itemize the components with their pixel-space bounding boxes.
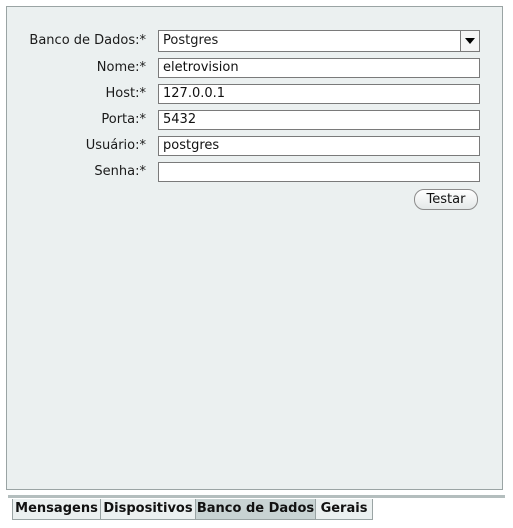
host-label: Host:* [105,86,146,101]
tab-banco-de-dados[interactable]: Banco de Dados [195,499,316,520]
tab-gerais[interactable]: Gerais [315,499,373,520]
user-label: Usuário:* [85,138,146,153]
port-field[interactable]: 5432 [158,110,480,130]
host-field[interactable]: 127.0.0.1 [158,84,480,104]
database-settings-window: Banco de Dados:* Postgres Nome:* eletrov… [0,0,513,528]
settings-panel [6,6,503,490]
password-label: Senha:* [94,164,146,179]
test-connection-button[interactable]: Testar [414,189,478,210]
name-label: Nome:* [96,60,146,75]
database-label: Banco de Dados:* [29,33,146,48]
tab-mensagens[interactable]: Mensagens [12,499,101,520]
tab-bar-divider [8,495,505,498]
chevron-down-icon[interactable] [460,31,479,51]
name-field[interactable]: eletrovision [158,58,480,78]
tab-dispositivos[interactable]: Dispositivos [100,499,196,520]
database-select-value: Postgres [163,33,219,48]
user-field[interactable]: postgres [158,136,480,156]
password-field[interactable] [158,162,480,182]
database-select[interactable]: Postgres [158,30,480,52]
port-label: Porta:* [101,112,146,127]
